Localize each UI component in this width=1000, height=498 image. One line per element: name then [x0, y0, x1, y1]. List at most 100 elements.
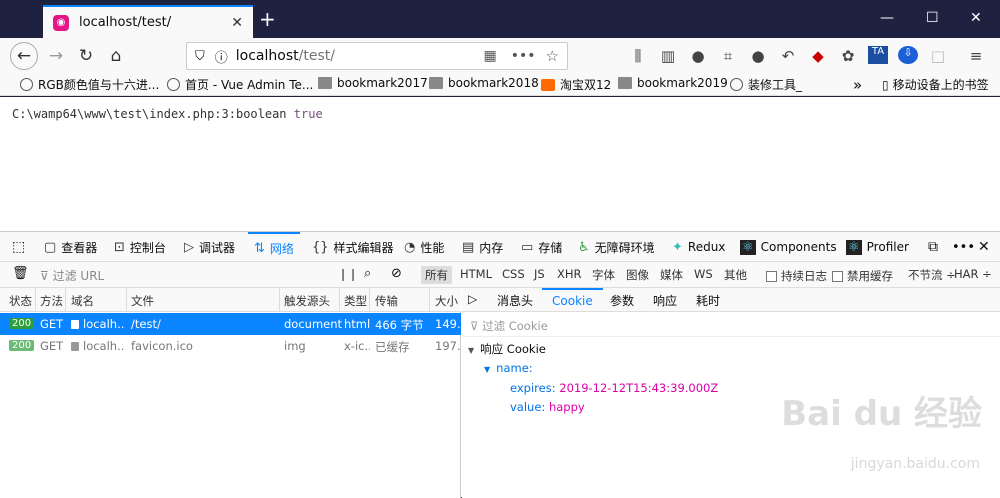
column-header[interactable]: 方法 — [40, 293, 63, 309]
dock-icon[interactable]: ⧉ — [928, 232, 938, 262]
close-window-button[interactable]: ✕ — [970, 10, 982, 26]
bookmark-item[interactable]: RGB颜色值与十六进... — [20, 76, 159, 93]
bookmark-item[interactable]: 淘宝双12 — [541, 76, 611, 93]
cookie-filter-input[interactable]: ⊽ 过滤 Cookie — [470, 318, 548, 334]
column-header[interactable]: 类型 — [344, 293, 367, 309]
chat-icon[interactable]: ● — [748, 47, 768, 65]
toggle-sidebar-icon[interactable]: ▷ — [468, 292, 477, 306]
translate-extension-icon[interactable]: TA — [868, 46, 888, 64]
browser-tab[interactable]: ◉ localhost/test/ ✕ — [43, 5, 253, 38]
tab-style-editor[interactable]: {} 样式编辑器 — [312, 232, 394, 262]
account-icon[interactable]: ● — [688, 47, 708, 65]
column-header[interactable]: 域名 — [71, 293, 94, 309]
tab-performance[interactable]: ◔ 性能 — [404, 232, 444, 262]
forward-button[interactable]: → — [42, 42, 70, 70]
bookmark-item[interactable]: 装修工具_ — [730, 76, 802, 93]
column-divider[interactable] — [65, 288, 66, 312]
persist-logs-checkbox[interactable]: 持续日志 — [766, 268, 827, 284]
lock-icon — [71, 342, 79, 351]
tab-console[interactable]: ⊡ 控制台 — [114, 232, 166, 262]
pick-element-icon[interactable]: ⬚ — [12, 232, 25, 262]
extension-puzzle-icon[interactable]: ✿ — [838, 47, 858, 65]
tab-inspector[interactable]: ▢ 查看器 — [44, 232, 97, 262]
tab-redux[interactable]: ✦ Redux — [672, 232, 725, 262]
filter-fonts[interactable]: 字体 — [588, 266, 619, 284]
more-bookmarks-button[interactable]: » — [853, 76, 862, 94]
more-options-icon[interactable]: ••• — [952, 232, 975, 262]
bookmark-folder[interactable]: bookmark2018 — [429, 76, 539, 90]
mobile-bookmarks[interactable]: ▯ 移动设备上的书签 — [882, 76, 989, 93]
column-divider[interactable] — [369, 288, 370, 312]
column-header[interactable]: 文件 — [131, 293, 154, 309]
har-menu[interactable]: HAR ÷ — [950, 266, 996, 282]
cookie-name-node[interactable]: ▼ name: — [484, 361, 533, 375]
table-row[interactable]: 200 GET localh... favicon.ico img x-ic..… — [0, 335, 461, 357]
bookmark-item[interactable]: 首页 - Vue Admin Te... — [167, 76, 313, 93]
tab-response[interactable]: 响应 — [653, 292, 677, 309]
column-header[interactable]: 传输 — [375, 293, 398, 309]
page-actions-icon[interactable]: ••• — [511, 48, 536, 64]
sidebar-icon[interactable]: ▥ — [658, 47, 678, 65]
tab-network[interactable]: ⇅ 网络 — [248, 232, 300, 262]
filter-html[interactable]: HTML — [456, 266, 496, 282]
filter-all[interactable]: 所有 — [421, 266, 452, 284]
domain-cell: localh... — [71, 317, 125, 331]
tab-headers[interactable]: 消息头 — [497, 292, 533, 309]
info-icon[interactable]: ⓘ — [215, 47, 228, 66]
table-row[interactable]: 200 GET localh... /test/ document html 4… — [0, 313, 461, 335]
filter-ws[interactable]: WS — [690, 266, 717, 282]
tab-memory[interactable]: ▤ 内存 — [462, 232, 503, 262]
back-button[interactable]: ← — [10, 42, 38, 70]
tab-accessibility[interactable]: ♿ 无障碍环境 — [578, 232, 655, 262]
extension-red-icon[interactable]: ◆ — [808, 47, 828, 65]
column-header[interactable]: 状态 — [9, 293, 32, 309]
filter-js[interactable]: JS — [530, 266, 549, 282]
memory-icon: ▤ — [462, 239, 475, 255]
tab-debugger[interactable]: ▷ 调试器 — [184, 232, 235, 262]
search-icon[interactable]: ⌕ — [364, 266, 371, 281]
column-divider[interactable] — [339, 288, 340, 312]
menu-icon[interactable]: ≡ — [966, 47, 986, 65]
qr-code-icon[interactable]: ▦ — [484, 48, 497, 64]
close-devtools-icon[interactable]: ✕ — [978, 232, 990, 262]
column-header[interactable]: 触发源头 — [284, 293, 330, 309]
column-header[interactable]: 大小 — [435, 293, 458, 309]
tab-params[interactable]: 参数 — [610, 292, 634, 309]
home-button[interactable]: ⌂ — [102, 42, 130, 70]
column-divider[interactable] — [126, 288, 127, 312]
url-bar[interactable]: ⛉ ⓘ localhost /test/ ▦ ••• ☆ — [186, 42, 568, 70]
url-filter-input[interactable]: ⊽ 过滤 URL — [40, 267, 104, 284]
response-cookie-section[interactable]: ▼ 响应 Cookie — [468, 341, 546, 357]
disable-cache-checkbox[interactable]: 禁用缓存 — [832, 268, 893, 284]
minimize-button[interactable]: — — [880, 10, 894, 26]
trash-icon[interactable]: 🗑 — [12, 266, 29, 281]
download-extension-icon[interactable]: ⇩ — [898, 46, 918, 64]
library-icon[interactable]: ⫼ — [628, 47, 648, 65]
tab-storage[interactable]: ▭ 存储 — [521, 232, 562, 262]
pause-icon[interactable]: ❘❘ — [338, 267, 358, 281]
close-tab-icon[interactable]: ✕ — [231, 15, 243, 31]
block-icon[interactable]: ⊘ — [391, 266, 402, 281]
filter-images[interactable]: 图像 — [622, 266, 653, 284]
column-divider[interactable] — [35, 288, 36, 312]
filter-media[interactable]: 媒体 — [656, 266, 687, 284]
bookmark-star-icon[interactable]: ☆ — [546, 47, 559, 65]
column-divider[interactable] — [429, 288, 430, 312]
bookmark-folder[interactable]: bookmark2019 — [618, 76, 728, 90]
tab-cookie[interactable]: Cookie — [542, 288, 603, 312]
reload-button[interactable]: ↻ — [72, 42, 100, 70]
new-tab-button[interactable]: + — [259, 8, 276, 30]
filter-icon: ⊽ — [470, 319, 483, 333]
bookmark-folder[interactable]: bookmark2017 — [318, 76, 428, 90]
undo-icon[interactable]: ↶ — [778, 47, 798, 65]
column-divider[interactable] — [279, 288, 280, 312]
extension-blank-icon[interactable]: □ — [928, 47, 948, 65]
filter-css[interactable]: CSS — [498, 266, 529, 282]
tab-components[interactable]: ⚛ Components — [740, 232, 837, 262]
screenshot-icon[interactable]: ⌗ — [718, 47, 738, 65]
maximize-button[interactable]: ☐ — [926, 10, 939, 26]
filter-other[interactable]: 其他 — [720, 266, 751, 284]
tab-timings[interactable]: 耗时 — [696, 292, 720, 309]
tab-profiler[interactable]: ⚛ Profiler — [846, 232, 909, 262]
filter-xhr[interactable]: XHR — [553, 266, 586, 282]
